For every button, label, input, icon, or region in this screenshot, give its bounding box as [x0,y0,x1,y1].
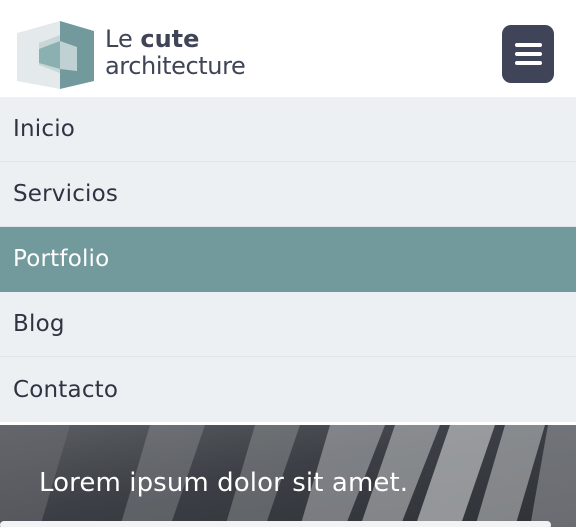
menu-toggle-button[interactable] [502,25,554,83]
main-navigation: Inicio Servicios Portfolio Blog Contacto [0,97,576,422]
hero-heading: Lorem ipsum dolor sit amet. [39,468,409,498]
hamburger-icon-bar-1 [514,43,542,47]
site-header: Le cute architecture [0,0,578,97]
nav-item-inicio[interactable]: Inicio [0,97,576,162]
hero-input-edge [0,521,551,527]
hero-banner: Lorem ipsum dolor sit amet. [0,425,576,527]
logo-word-architecture: architecture [105,52,246,80]
nav-item-contacto[interactable]: Contacto [0,357,576,422]
hamburger-icon-bar-3 [514,61,542,65]
nav-item-servicios[interactable]: Servicios [0,162,576,227]
nav-item-portfolio[interactable]: Portfolio [0,227,576,292]
logo[interactable]: Le cute architecture [17,21,257,89]
logo-mark-icon [17,21,94,89]
logo-text: Le cute architecture [105,25,246,80]
logo-word-le: Le [105,25,133,53]
nav-item-blog[interactable]: Blog [0,292,576,357]
logo-word-cute: cute [140,25,200,53]
hamburger-icon-bar-2 [514,52,542,56]
